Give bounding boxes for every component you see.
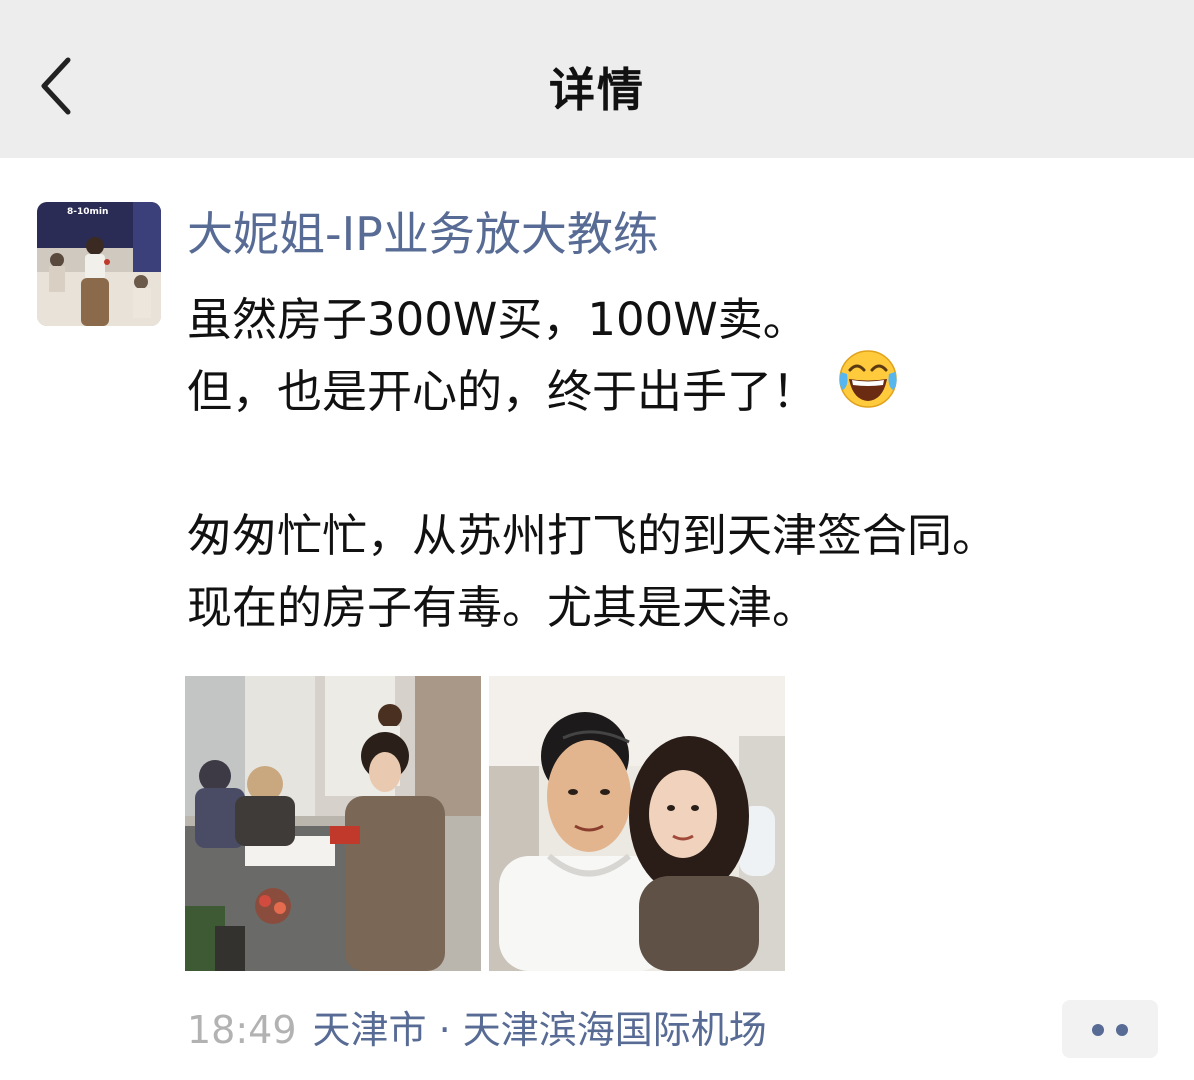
post-line: 现在的房子有毒。尤其是天津。 — [187, 572, 1147, 644]
post-text: 虽然房子300W买，100W卖。 但，也是开心的，终于出手了！ 匆匆忙忙，从苏州… — [187, 284, 1147, 644]
post-location[interactable]: 天津市 · 天津滨海国际机场 — [313, 1008, 767, 1052]
more-dots-icon — [1092, 1024, 1104, 1036]
post-image-2[interactable] — [489, 676, 785, 971]
post-line: 但，也是开心的，终于出手了！ — [187, 349, 1147, 428]
more-dots-icon — [1116, 1024, 1128, 1036]
avatar-photo: 8-10min — [37, 202, 161, 326]
more-actions-button[interactable] — [1062, 1000, 1158, 1058]
post-line: 虽然房子300W买，100W卖。 — [187, 284, 1147, 356]
post-meta: 18:49 天津市 · 天津滨海国际机场 — [187, 1000, 767, 1060]
nav-bar: 详情 — [0, 0, 1194, 158]
avatar-badge-text: 8-10min — [67, 207, 108, 217]
post-line-text: 虽然房子300W买，100W卖。 — [187, 293, 808, 346]
page-title: 详情 — [549, 63, 645, 117]
author-name[interactable]: 大妮姐-IP业务放大教练 — [187, 202, 659, 266]
post-line-text: 但，也是开心的，终于出手了！ — [187, 365, 818, 418]
avatar[interactable]: 8-10min — [37, 202, 161, 326]
group-photo-image — [185, 676, 481, 971]
post-line: 匆匆忙忙，从苏州打飞的到天津签合同。 — [187, 500, 1147, 572]
moment-detail: 8-10min 大妮姐-IP业务放大教练 虽然房子300W买，100W卖。 但，… — [0, 158, 1194, 1080]
post-image-1[interactable] — [185, 676, 481, 971]
post-time: 18:49 — [187, 1008, 297, 1052]
post-line-text: 匆匆忙忙，从苏州打飞的到天津签合同。 — [187, 509, 998, 562]
tears-of-joy-emoji — [835, 346, 901, 433]
post-line-text: 现在的房子有毒。尤其是天津。 — [187, 581, 818, 634]
selfie-photo-image — [489, 676, 785, 971]
